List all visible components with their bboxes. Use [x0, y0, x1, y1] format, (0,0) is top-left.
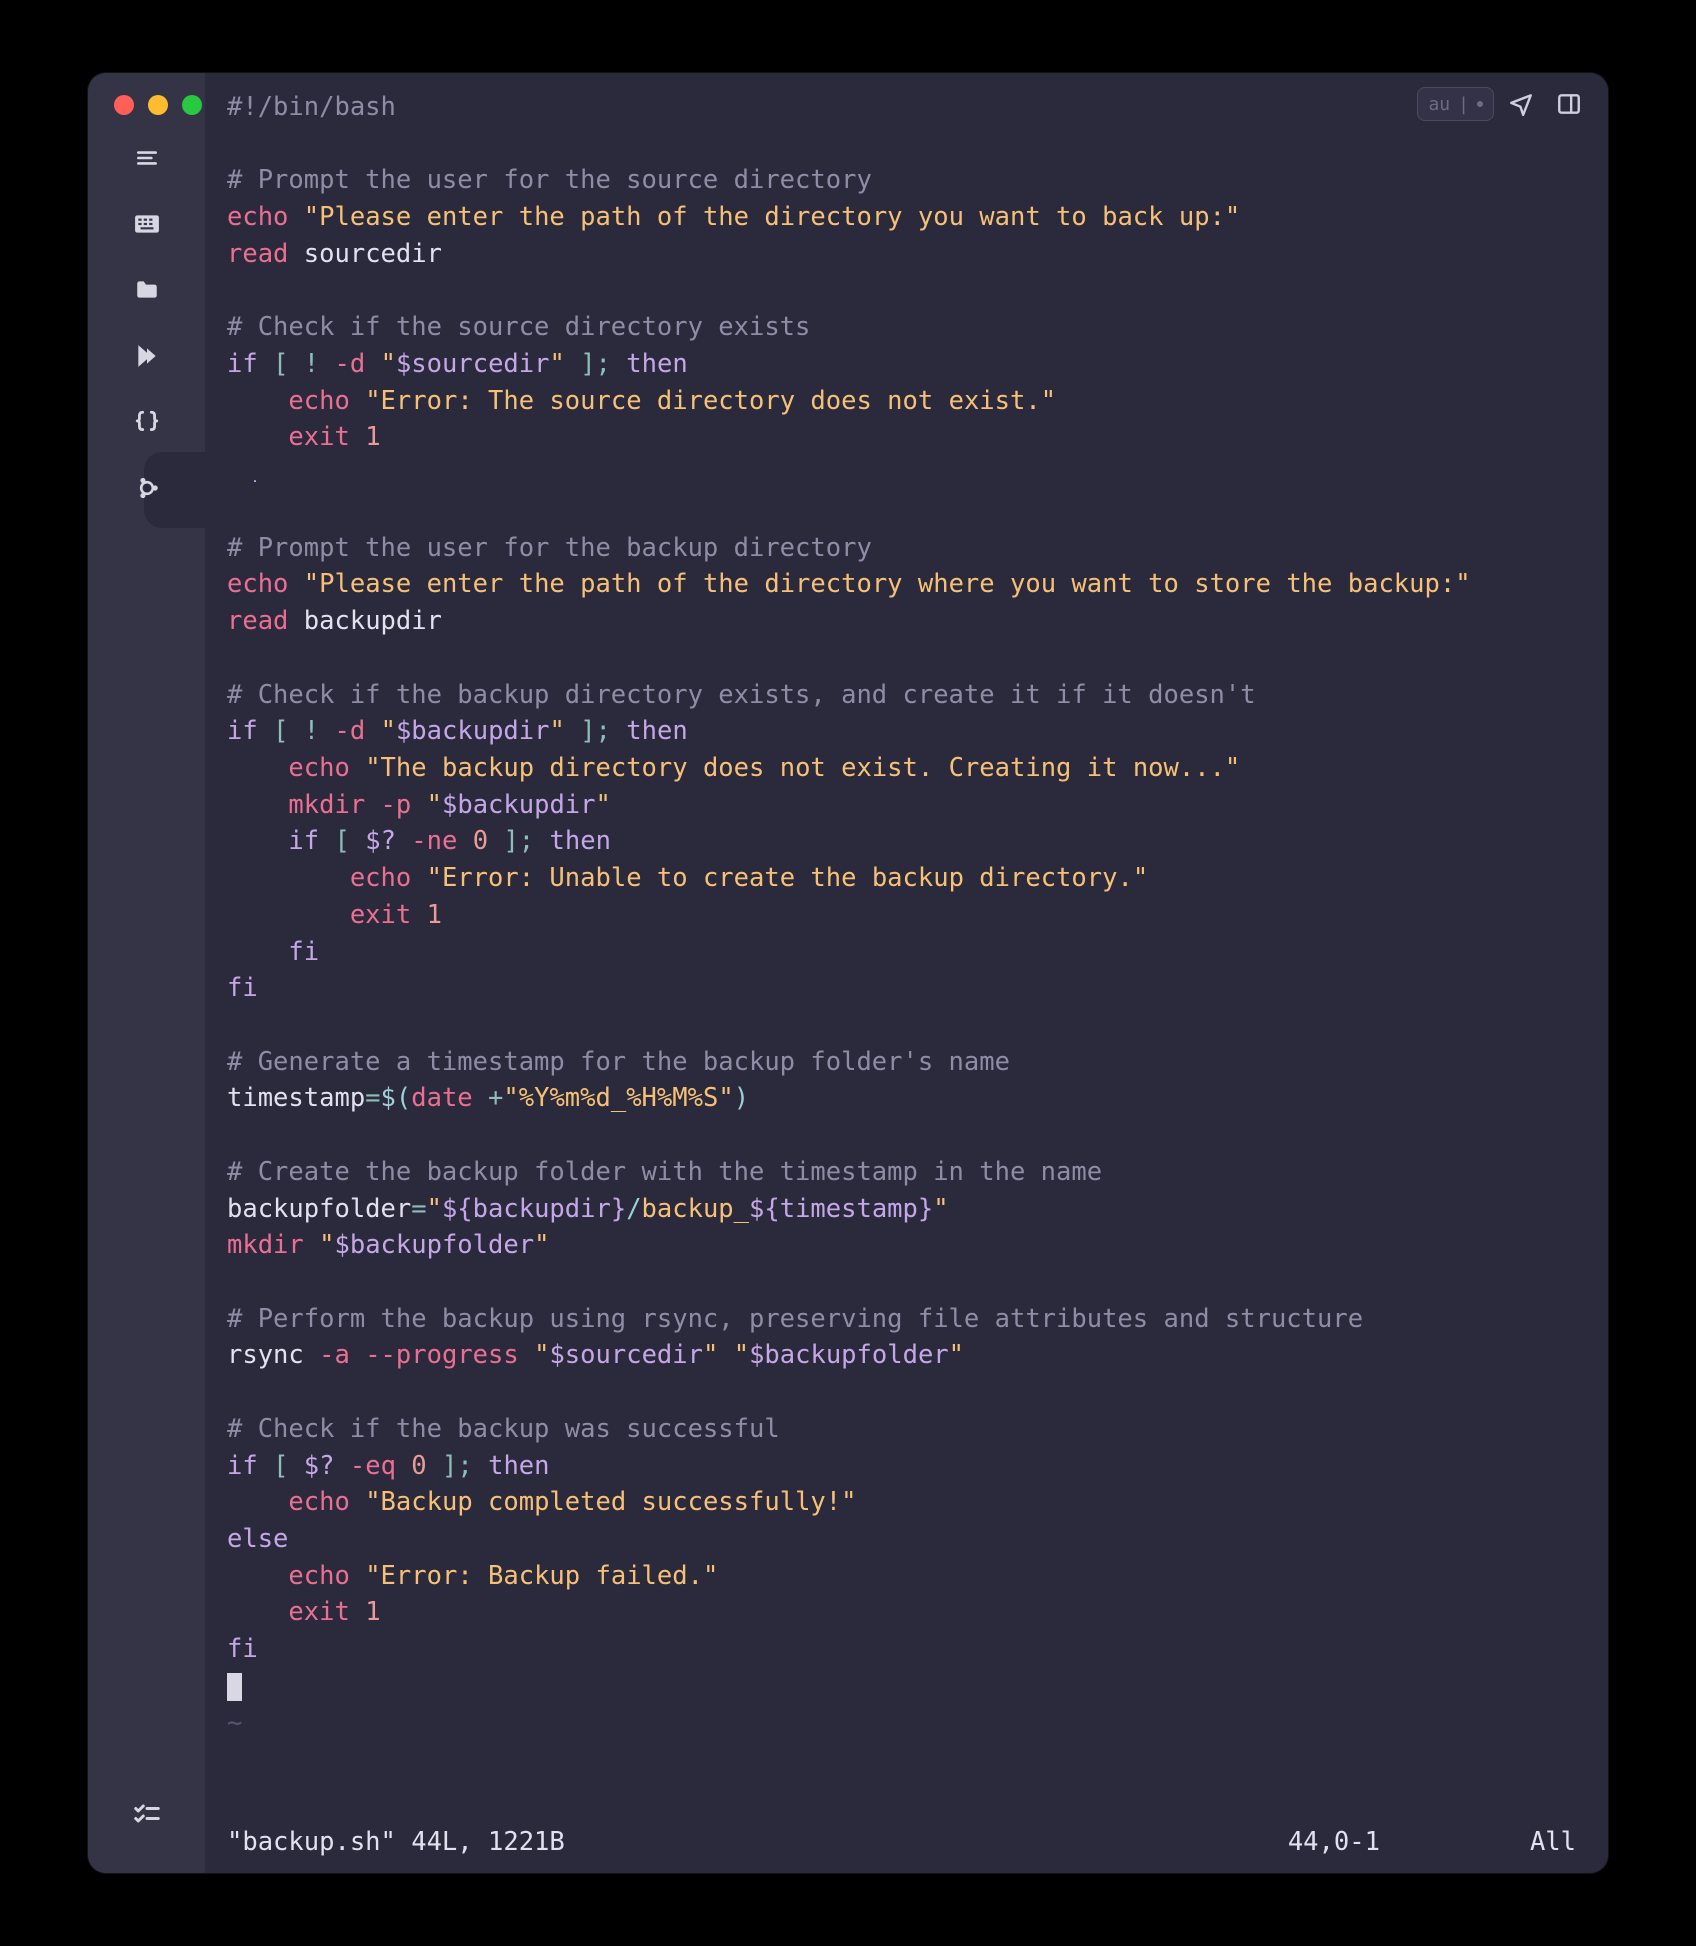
status-scroll-pos: All	[1530, 1827, 1586, 1857]
folder-icon	[134, 277, 160, 307]
cursor	[227, 1673, 242, 1701]
sidebar-keyboard-button[interactable]	[132, 211, 162, 241]
code-content[interactable]: #!/bin/bash # Prompt the user for the so…	[227, 89, 1586, 1825]
sidebar	[88, 73, 205, 1873]
sidebar-forward-button[interactable]	[132, 343, 162, 373]
window-controls	[114, 95, 202, 115]
status-file-info: "backup.sh" 44L, 1221B	[227, 1827, 565, 1857]
shebang-line: #!/bin/bash	[227, 92, 396, 122]
sync-status-pill[interactable]: au |	[1417, 87, 1494, 121]
sidebar-menu-button[interactable]	[132, 145, 162, 175]
empty-line-tilde: ~	[227, 1708, 242, 1738]
ubuntu-icon	[133, 474, 161, 506]
editor-area[interactable]: #!/bin/bash # Prompt the user for the so…	[205, 73, 1608, 1873]
share-button[interactable]	[1500, 87, 1542, 121]
panels-button[interactable]	[1548, 87, 1590, 121]
forward-icon	[134, 343, 160, 373]
keyboard-icon	[134, 214, 160, 238]
sidebar-folder-button[interactable]	[132, 277, 162, 307]
share-icon	[1508, 91, 1534, 117]
toolbar-right: au |	[1417, 87, 1590, 121]
status-cursor-pos: 44,0-1	[605, 1827, 1490, 1857]
menu-icon	[134, 145, 160, 175]
sidebar-terminal-button[interactable]	[132, 475, 162, 505]
braces-icon	[134, 409, 160, 439]
maximize-button[interactable]	[182, 95, 202, 115]
status-bar: "backup.sh" 44L, 1221B 44,0-1 All	[227, 1825, 1586, 1865]
sync-status-text: au	[1428, 94, 1450, 115]
panels-icon	[1556, 91, 1582, 117]
window-body: #!/bin/bash # Prompt the user for the so…	[88, 73, 1608, 1873]
sidebar-tasks-button[interactable]	[132, 1803, 162, 1833]
sidebar-braces-button[interactable]	[132, 409, 162, 439]
close-button[interactable]	[114, 95, 134, 115]
app-window: au |	[88, 73, 1608, 1873]
checklist-icon	[132, 1801, 162, 1835]
minimize-button[interactable]	[148, 95, 168, 115]
status-dot-icon	[1477, 101, 1483, 107]
